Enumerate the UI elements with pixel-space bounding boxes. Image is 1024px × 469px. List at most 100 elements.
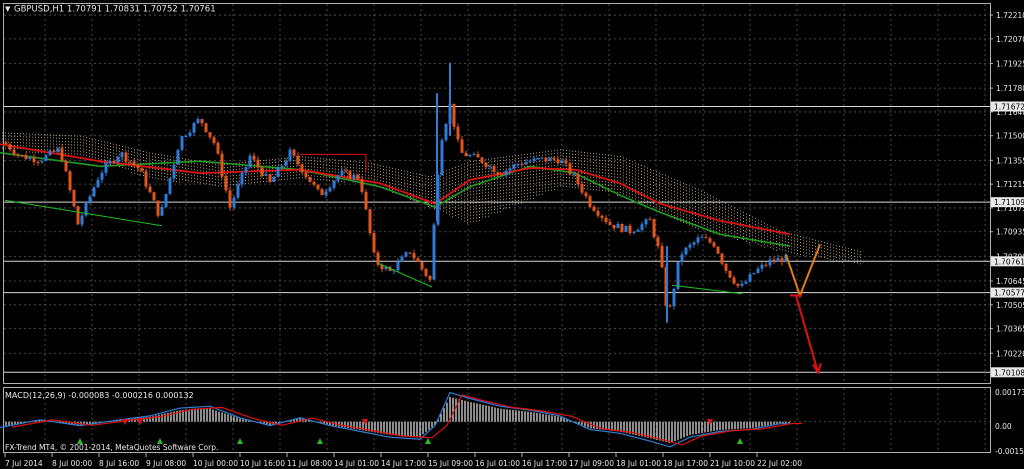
cloud-dot <box>494 212 495 213</box>
cloud-dot <box>68 135 69 137</box>
bear-candle-body <box>132 161 136 165</box>
cloud-dot <box>500 163 501 165</box>
cloud-dot <box>614 173 615 175</box>
cloud-dot <box>482 186 483 188</box>
cloud-dot <box>164 173 165 175</box>
cloud-dot <box>740 222 741 224</box>
bull-candle-body <box>352 174 356 179</box>
cloud-dot <box>608 160 609 162</box>
cloud-dot <box>254 164 255 165</box>
time-tick-label: 16 Jul 01:00 <box>475 459 520 468</box>
cloud-dot <box>461 182 462 184</box>
cloud-dot <box>629 162 630 164</box>
symbol-menu-icon[interactable]: ▼ <box>5 5 11 13</box>
cloud-dot <box>680 217 681 219</box>
cloud-dot <box>497 202 498 204</box>
cloud-dot <box>92 153 93 155</box>
cloud-dot <box>389 179 390 181</box>
cloud-dot <box>446 197 447 199</box>
cloud-dot <box>41 146 42 148</box>
cloud-dot <box>515 161 516 163</box>
cloud-dot <box>590 152 591 154</box>
cloud-dot <box>758 225 759 227</box>
cloud-dot <box>68 153 69 155</box>
cloud-dot <box>239 168 240 170</box>
cloud-dot <box>494 173 495 174</box>
cloud-dot <box>662 207 663 208</box>
cloud-dot <box>500 205 501 207</box>
cloud-dot <box>167 158 168 160</box>
cloud-dot <box>467 183 468 185</box>
cloud-dot <box>329 167 330 169</box>
cloud-dot <box>746 222 747 224</box>
cloud-dot <box>107 151 108 153</box>
cloud-dot <box>29 151 30 153</box>
cloud-dot <box>740 216 741 218</box>
cloud-dot <box>50 143 51 145</box>
cloud-dot <box>734 234 735 236</box>
cloud-dot <box>524 193 525 195</box>
cloud-dot <box>92 141 93 143</box>
cloud-dot <box>356 170 357 172</box>
cloud-dot <box>515 173 516 175</box>
cloud-dot <box>560 185 561 187</box>
bear-candle-body <box>576 173 580 184</box>
cloud-dot <box>677 216 678 218</box>
cloud-dot <box>626 188 627 190</box>
cloud-dot <box>620 171 621 173</box>
cloud-dot <box>494 191 495 192</box>
cloud-dot <box>515 155 516 157</box>
cloud-dot <box>68 138 69 140</box>
cloud-dot <box>41 152 42 154</box>
cloud-dot <box>614 167 615 169</box>
cloud-dot <box>548 162 549 164</box>
cloud-dot <box>623 175 624 177</box>
cloud-dot <box>74 147 75 149</box>
cloud-dot <box>650 195 651 197</box>
cloud-dot <box>704 213 705 215</box>
cloud-dot <box>524 181 525 183</box>
cloud-dot <box>647 179 648 181</box>
cloud-dot <box>92 138 93 140</box>
cloud-dot <box>611 167 612 169</box>
cloud-dot <box>683 203 684 205</box>
bear-candle-body <box>356 174 360 180</box>
cloud-dot <box>662 180 663 181</box>
cloud-dot <box>590 185 591 187</box>
cloud-dot <box>629 177 630 179</box>
cloud-dot <box>503 207 504 209</box>
time-tick-label: 14 Jul 17:00 <box>381 459 426 468</box>
cloud-dot <box>512 194 513 196</box>
cloud-dot <box>419 177 420 178</box>
cloud-dot <box>305 162 306 164</box>
cloud-dot <box>368 168 369 170</box>
cloud-dot <box>731 211 732 213</box>
cloud-dot <box>230 175 231 177</box>
cloud-dot <box>266 177 267 179</box>
cloud-dot <box>659 196 660 198</box>
cloud-dot <box>407 180 408 182</box>
cloud-dot <box>464 187 465 189</box>
cloud-dot <box>578 166 579 168</box>
cloud-dot <box>662 186 663 187</box>
cloud-dot <box>695 194 696 195</box>
cloud-dot <box>602 154 603 156</box>
cloud-dot <box>488 182 489 184</box>
cloud-dot <box>293 174 294 176</box>
bear-candle-body <box>36 161 40 163</box>
cloud-dot <box>152 153 153 155</box>
cloud-dot <box>425 190 426 192</box>
cloud-dot <box>89 143 90 145</box>
cloud-dot <box>716 213 717 215</box>
cloud-dot <box>551 153 552 155</box>
cloud-dot <box>599 168 600 170</box>
cloud-dot <box>509 189 510 191</box>
cloud-dot <box>221 179 222 181</box>
cloud-dot <box>641 180 642 181</box>
cloud-dot <box>314 178 315 180</box>
cloud-dot <box>83 154 84 156</box>
cloud-dot <box>557 155 558 157</box>
cloud-dot <box>779 233 780 235</box>
cloud-dot <box>479 172 480 173</box>
cloud-dot <box>329 158 330 160</box>
